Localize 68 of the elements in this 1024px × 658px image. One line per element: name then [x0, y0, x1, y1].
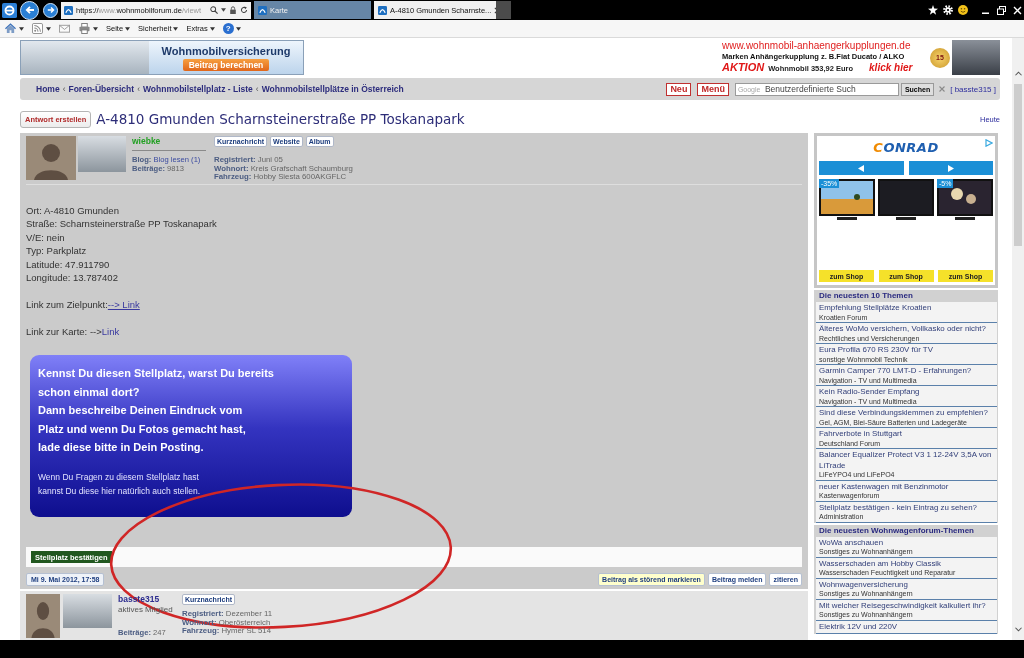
triangle-icon[interactable]: [985, 139, 993, 147]
restore-icon[interactable]: [997, 5, 1006, 15]
cta-link[interactable]: klick hier: [869, 61, 913, 74]
caret-icon: [209, 26, 215, 31]
scrollbar[interactable]: [1012, 38, 1024, 640]
breadcrumb-separator: ‹: [62, 84, 66, 94]
breadcrumb-link[interactable]: Foren-Übersicht: [68, 84, 135, 94]
caret-icon[interactable]: [221, 8, 226, 12]
caret-icon: [173, 26, 179, 31]
caret-icon[interactable]: [93, 26, 98, 31]
callout-note: Wenn Du Fragen zu diesem Stellplatz hast kannst Du diese hier natürlich auch stellen.: [38, 470, 202, 498]
left-triangle-icon: [858, 164, 865, 172]
star-icon[interactable]: [928, 5, 938, 15]
post-link[interactable]: Link: [101, 325, 120, 337]
favicon-icon: [258, 5, 267, 15]
left-arrow-icon: [24, 5, 35, 15]
section-header: Die neuesten Wohnwagenforum-Themen: [818, 524, 975, 537]
photo-placeholder: [63, 594, 112, 629]
detail-line: V/E: nein: [26, 230, 66, 245]
photo-placeholder: [78, 136, 126, 172]
printer-icon[interactable]: [79, 23, 90, 34]
banner-url[interactable]: www.wohnmobil-anhaengerkupplungen.de: [722, 40, 911, 52]
detail-line: Straße: Scharnsteinerstraße PP Toskanapark: [26, 217, 218, 231]
right-triangle-icon: [947, 164, 954, 172]
detail-line: Latitude: 47.911790: [26, 257, 111, 272]
detail-line: Longitude: 13.787402: [26, 271, 119, 285]
avatar-placeholder: [26, 136, 76, 180]
breadcrumb-link[interactable]: Wohnmobilstellplatz - Liste: [142, 84, 253, 94]
photo-placeholder: [952, 40, 1000, 75]
caret-icon[interactable]: [235, 26, 241, 31]
favicon-icon: [378, 5, 387, 15]
search-icon[interactable]: [210, 6, 218, 14]
callout-heading: Kennst Du diesen Stellplatz, warst Du bereits schon einmal dort? Dann beschreibe Deinen Eindruck vom Platz und wenn Du Fotos gemacht hast, lade diese bitte in Dein Posting.: [38, 366, 275, 456]
insurance-banner[interactable]: Wohnmobilversicherung Beitrag berechnen: [20, 40, 304, 75]
lock-icon[interactable]: [229, 6, 237, 14]
app-icon[interactable]: [2, 2, 17, 18]
post-link[interactable]: --> Link: [107, 298, 140, 310]
smiley-icon[interactable]: [958, 5, 968, 15]
caret-icon[interactable]: [19, 26, 24, 31]
link-label: Link zum Zielpunkt:: [26, 298, 108, 310]
avatar-placeholder: [26, 594, 60, 639]
promo-label: AKTION: [722, 61, 765, 74]
help-button[interactable]: ?: [222, 23, 234, 34]
settings-icon[interactable]: [943, 5, 953, 15]
nav-button[interactable]: Neu: [666, 82, 692, 96]
back-button[interactable]: [20, 0, 39, 20]
forward-button[interactable]: [43, 2, 58, 18]
detail-line: Ort: A-4810 Gmunden: [26, 204, 120, 218]
section-header: Die neuesten 10 Themen: [818, 290, 914, 302]
caret-icon[interactable]: [46, 26, 51, 31]
favicon-icon: [64, 5, 73, 15]
breadcrumb-separator: ‹: [255, 84, 259, 94]
breadcrumb-link[interactable]: Home: [36, 84, 60, 94]
topic-title: A-4810 Gmunden Scharnsteinerstraße PP Toskanapark: [96, 111, 465, 127]
brand-logo[interactable]: CONRAD: [873, 140, 939, 155]
breadcrumb-separator: ‹: [137, 84, 140, 94]
caret-icon: [125, 26, 131, 31]
link-label: Link zur Karte: -->: [26, 325, 102, 337]
breadcrumb-link[interactable]: Wohnmobilstellplätze in Österreich: [261, 84, 404, 94]
right-arrow-icon: [46, 6, 55, 14]
detail-line: Typ: Parkplatz: [26, 244, 88, 258]
scrollbar-thumb[interactable]: [1014, 84, 1022, 246]
close-icon[interactable]: [1013, 5, 1022, 15]
home-icon[interactable]: [5, 23, 16, 34]
nav-button[interactable]: Menü: [697, 82, 729, 96]
refresh-icon[interactable]: [240, 6, 248, 14]
banner-title: Wohnmobilversicherung: [161, 44, 291, 57]
user-link[interactable]: [ basste315 ]: [950, 84, 996, 94]
